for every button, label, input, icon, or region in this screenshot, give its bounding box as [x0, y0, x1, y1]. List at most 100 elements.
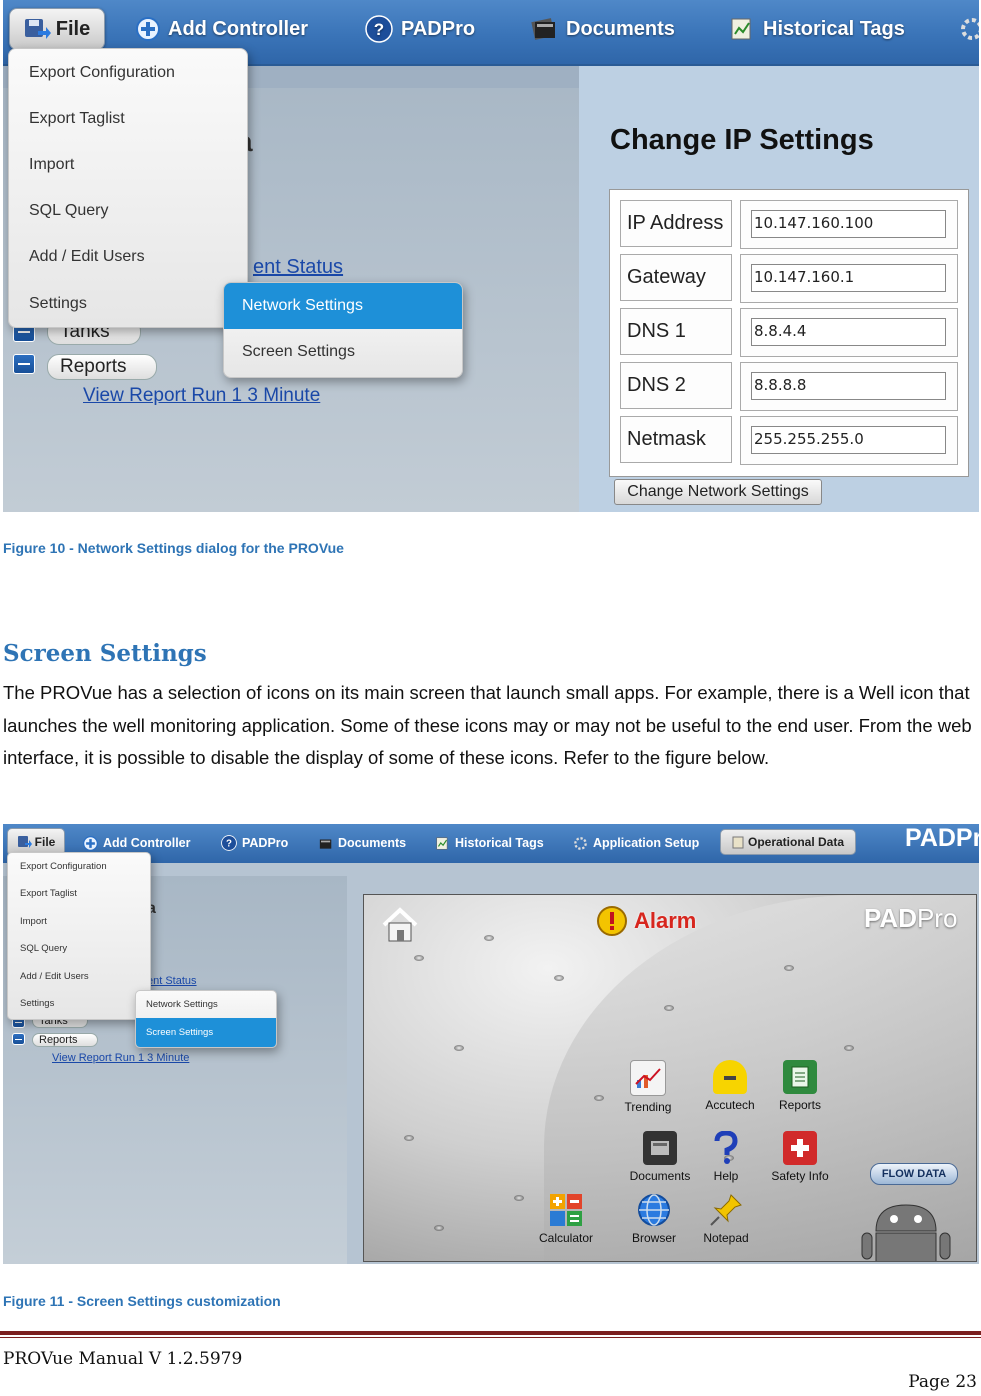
- app-browser[interactable]: Browser: [614, 1193, 694, 1245]
- reports-icon: [783, 1060, 817, 1094]
- gateway-label: Gateway: [620, 254, 732, 301]
- globe-icon: [637, 1193, 671, 1227]
- water-drop: [434, 1225, 444, 1231]
- section-body-paragraph: The PROVue has a selection of icons on i…: [3, 682, 972, 768]
- app-calculator[interactable]: Calculator: [526, 1193, 606, 1245]
- netmask-cell: 255.255.255.0: [740, 416, 958, 465]
- reports-collapse-toggle[interactable]: [12, 1033, 25, 1045]
- menu-item-import[interactable]: Import: [20, 916, 47, 927]
- change-network-settings-button[interactable]: Change Network Settings: [614, 479, 822, 505]
- app-accutech[interactable]: Accutech: [690, 1060, 770, 1112]
- application-setup-button-partial[interactable]: [959, 12, 979, 46]
- view-report-link[interactable]: View Report Run 1 3 Minute: [83, 385, 320, 407]
- water-drop: [554, 975, 564, 981]
- gateway-field[interactable]: 10.147.160.1: [751, 264, 946, 292]
- menu-item-add-edit-users[interactable]: Add / Edit Users: [29, 248, 145, 266]
- footer-manual-version: PROVue Manual V 1.2.5979: [3, 1349, 243, 1369]
- tree-node-reports[interactable]: Reports: [47, 354, 157, 380]
- dns2-cell: 8.8.8.8: [740, 362, 958, 411]
- browser-label: Browser: [631, 1231, 676, 1245]
- flow-data-logo: FLOW DATA: [870, 1163, 958, 1185]
- svg-text:?: ?: [226, 838, 232, 849]
- gateway-cell: 10.147.160.1: [740, 254, 958, 303]
- menu-item-export-configuration[interactable]: Export Configuration: [29, 64, 175, 82]
- tree-node-reports[interactable]: Reports: [32, 1033, 98, 1047]
- help-icon: ?: [221, 835, 237, 851]
- padpro-button[interactable]: ? PADPro: [221, 831, 288, 855]
- trending-icon: [630, 1060, 666, 1096]
- dns2-field[interactable]: 8.8.8.8: [751, 372, 946, 400]
- current-status-link[interactable]: ent Status: [253, 256, 343, 279]
- dns1-field[interactable]: 8.8.4.4: [751, 318, 946, 346]
- file-menu-button[interactable]: File: [9, 8, 105, 50]
- app-trending[interactable]: Trending: [608, 1060, 688, 1114]
- menu-item-settings[interactable]: Settings: [29, 295, 87, 313]
- tags-icon: [435, 836, 450, 851]
- ip-address-label: IP Address: [620, 200, 732, 247]
- app-reports[interactable]: Reports: [760, 1060, 840, 1112]
- padpro-button[interactable]: ? PADPro: [365, 12, 475, 46]
- netmask-field[interactable]: 255.255.255.0: [751, 426, 946, 454]
- add-controller-button[interactable]: Add Controller: [136, 12, 308, 46]
- water-drop: [454, 1045, 464, 1051]
- menu-item-export-taglist[interactable]: Export Taglist: [20, 888, 77, 899]
- documents-button[interactable]: Documents: [317, 831, 406, 855]
- documents-label: Documents: [338, 836, 407, 850]
- dns2-label: DNS 2: [620, 362, 732, 409]
- water-drop: [484, 935, 494, 941]
- file-dropdown-menu: Export Configuration Export Taglist Impo…: [8, 48, 248, 328]
- documents-button[interactable]: Documents: [530, 12, 675, 46]
- operational-data-button[interactable]: Operational Data: [720, 829, 856, 855]
- submenu-item-screen-settings[interactable]: Screen Settings: [136, 1018, 276, 1047]
- padpro-label: PADPro: [242, 836, 289, 850]
- figure-10-screenshot: File Add Controller ? PADPro Documents H…: [3, 0, 979, 512]
- safety-info-label: Safety Info: [771, 1169, 829, 1183]
- gear-icon: [959, 16, 979, 42]
- dns1-label: DNS 1: [620, 308, 732, 355]
- submenu-item-screen-settings[interactable]: Screen Settings: [224, 329, 462, 375]
- android-icon[interactable]: [858, 1197, 954, 1261]
- menu-item-import[interactable]: Import: [29, 156, 74, 174]
- svg-text:?: ?: [374, 20, 384, 39]
- section-heading: Screen Settings: [3, 640, 207, 667]
- view-report-link[interactable]: View Report Run 1 3 Minute: [52, 1052, 189, 1064]
- accutech-icon: [713, 1060, 747, 1094]
- figure-11-screenshot: File Add Controller ? PADPro Documents H…: [3, 824, 979, 1264]
- submenu-item-network-settings[interactable]: Network Settings: [224, 283, 462, 329]
- water-drop: [404, 1135, 414, 1141]
- menu-item-export-configuration[interactable]: Export Configuration: [20, 861, 107, 872]
- save-icon: [17, 835, 33, 849]
- menu-item-sql-query[interactable]: SQL Query: [29, 202, 108, 220]
- alarm-label: Alarm: [634, 908, 697, 933]
- add-icon: [136, 17, 160, 41]
- historical-tags-button[interactable]: Historical Tags: [435, 831, 544, 855]
- add-controller-label: Add Controller: [168, 17, 308, 40]
- menu-item-add-edit-users[interactable]: Add / Edit Users: [20, 971, 89, 982]
- current-status-link[interactable]: ent Status: [147, 975, 197, 987]
- ip-address-field[interactable]: 10.147.160.100: [751, 210, 946, 238]
- documents-label: Documents: [566, 17, 675, 40]
- file-label: File: [55, 17, 91, 40]
- operational-data-label: Operational Data: [747, 835, 845, 849]
- water-drop: [844, 1045, 854, 1051]
- documents-icon: [643, 1131, 677, 1165]
- notepad-label: Notepad: [703, 1231, 749, 1245]
- app-safety-info[interactable]: Safety Info: [760, 1131, 840, 1183]
- figure-10-caption: Figure 10 - Network Settings dialog for …: [3, 540, 344, 556]
- padpro-logo-pro: Pro: [916, 903, 958, 933]
- app-help[interactable]: Help: [686, 1131, 766, 1183]
- accutech-label: Accutech: [705, 1098, 755, 1112]
- historical-tags-button[interactable]: Historical Tags: [729, 12, 905, 46]
- submenu-item-network-settings[interactable]: Network Settings: [136, 991, 276, 1018]
- home-icon[interactable]: [380, 905, 420, 949]
- app-notepad[interactable]: Notepad: [686, 1193, 766, 1245]
- file-label: File: [34, 835, 56, 849]
- menu-item-sql-query[interactable]: SQL Query: [20, 943, 67, 954]
- menu-item-settings[interactable]: Settings: [20, 998, 54, 1009]
- water-drop: [414, 955, 424, 961]
- menu-item-export-taglist[interactable]: Export Taglist: [29, 110, 125, 128]
- save-icon: [24, 17, 52, 41]
- application-setup-button[interactable]: Application Setup: [573, 831, 699, 855]
- alarm-indicator[interactable]: Alarm: [596, 905, 696, 937]
- reports-collapse-toggle[interactable]: [13, 354, 35, 374]
